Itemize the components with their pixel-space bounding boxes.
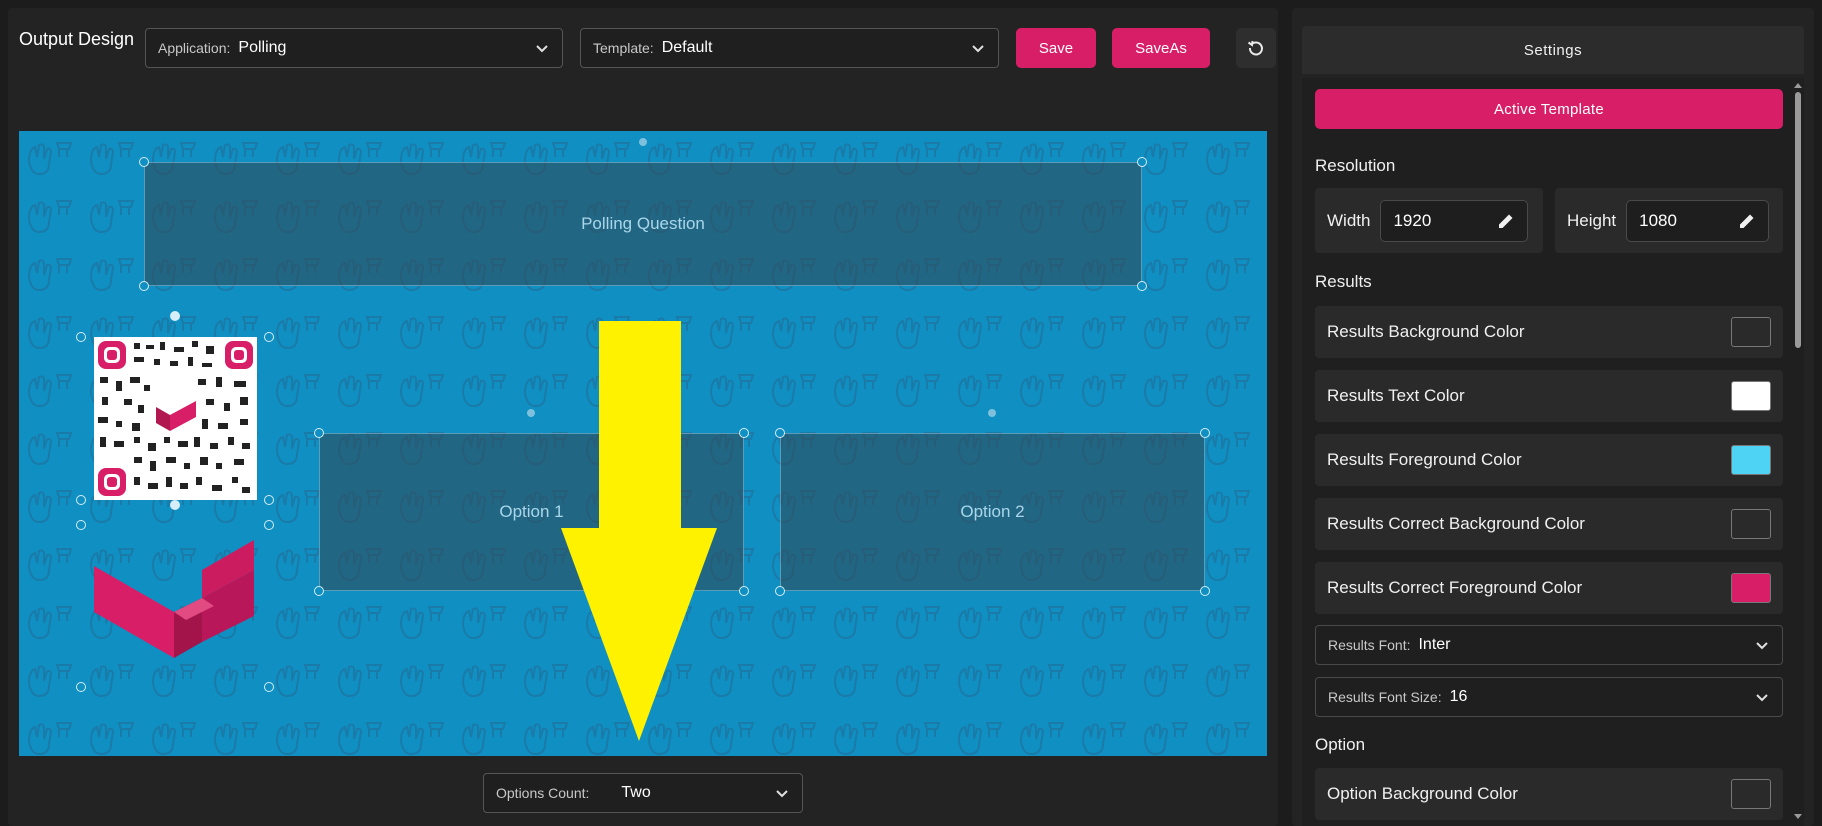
- resize-handle[interactable]: [264, 520, 274, 530]
- application-select-value: Polling: [238, 39, 287, 56]
- resize-handle[interactable]: [1200, 428, 1210, 438]
- results-font-select[interactable]: Results Font: Inter: [1315, 625, 1783, 665]
- color-swatch[interactable]: [1731, 509, 1771, 539]
- settings-scrollbar[interactable]: [1792, 78, 1804, 826]
- resize-handle[interactable]: [76, 682, 86, 692]
- resize-handle[interactable]: [739, 586, 749, 596]
- resize-handle[interactable]: [139, 157, 149, 167]
- resize-handle[interactable]: [314, 586, 324, 596]
- height-value: 1080: [1639, 210, 1677, 230]
- resize-handle[interactable]: [775, 586, 785, 596]
- chevron-down-icon: [536, 45, 548, 53]
- width-value: 1920: [1393, 210, 1432, 230]
- settings-panel: Settings Active Template Resolution Widt…: [1292, 8, 1814, 826]
- options-count-select[interactable]: Options Count: Two: [483, 773, 803, 813]
- color-swatch[interactable]: [1731, 779, 1771, 809]
- options-count-value: Two: [621, 784, 651, 801]
- color-row-label: Results Correct Foreground Color: [1327, 578, 1583, 597]
- option-2-zone[interactable]: Option 2: [780, 433, 1205, 591]
- pencil-icon[interactable]: [1738, 212, 1756, 230]
- resize-handle[interactable]: [264, 495, 274, 505]
- scroll-up-icon[interactable]: [1792, 80, 1804, 90]
- results-font-size-value: 16: [1449, 688, 1468, 705]
- resize-handle[interactable]: [264, 682, 274, 692]
- results-font-value: Inter: [1418, 636, 1451, 653]
- width-label: Width: [1327, 210, 1371, 230]
- save-as-button[interactable]: SaveAs: [1112, 28, 1210, 68]
- options-count-label: Options Count:: [496, 785, 590, 801]
- chevron-down-icon: [1756, 642, 1768, 650]
- brand-logo[interactable]: [94, 536, 259, 686]
- chevron-down-icon: [972, 45, 984, 53]
- resize-handle[interactable]: [314, 428, 324, 438]
- application-select[interactable]: Application: Polling: [145, 28, 563, 68]
- pencil-icon[interactable]: [1497, 212, 1515, 230]
- qr-code-image[interactable]: [94, 337, 257, 500]
- settings-header: Settings: [1302, 26, 1804, 74]
- results-font-size-select[interactable]: Results Font Size: 16: [1315, 677, 1783, 717]
- template-select-label: Template:: [593, 40, 654, 56]
- rotate-handle[interactable]: [988, 409, 996, 417]
- resize-handle[interactable]: [139, 281, 149, 291]
- resize-handle[interactable]: [739, 428, 749, 438]
- color-row-label: Results Text Color: [1327, 386, 1465, 405]
- chevron-down-icon: [776, 790, 788, 798]
- height-input[interactable]: 1080: [1626, 199, 1770, 242]
- template-select-value: Default: [661, 39, 713, 56]
- option-1-label: Option 1: [499, 502, 564, 521]
- results-font-label: Results Font:: [1328, 637, 1411, 653]
- qr-code-graphic: [98, 341, 253, 496]
- width-input[interactable]: 1920: [1380, 199, 1529, 242]
- resize-handle[interactable]: [76, 495, 86, 505]
- results-correct-foreground-color-row[interactable]: Results Correct Foreground Color: [1315, 562, 1783, 614]
- rotate-handle[interactable]: [527, 409, 535, 417]
- save-button[interactable]: Save: [1016, 28, 1096, 68]
- resize-handle[interactable]: [264, 332, 274, 342]
- results-foreground-color-row[interactable]: Results Foreground Color: [1315, 434, 1783, 486]
- color-swatch[interactable]: [1731, 573, 1771, 603]
- results-correct-background-color-row[interactable]: Results Correct Background Color: [1315, 498, 1783, 550]
- page-title: Output Design: [19, 29, 135, 49]
- scroll-thumb[interactable]: [1795, 92, 1801, 348]
- option-background-color-row[interactable]: Option Background Color: [1315, 768, 1783, 820]
- color-swatch[interactable]: [1731, 317, 1771, 347]
- application-select-label: Application:: [158, 40, 231, 56]
- rotate-handle[interactable]: [170, 500, 180, 510]
- results-text-color-row[interactable]: Results Text Color: [1315, 370, 1783, 422]
- color-swatch[interactable]: [1731, 445, 1771, 475]
- option-2-label: Option 2: [960, 502, 1025, 521]
- chevron-down-icon: [1756, 694, 1768, 702]
- results-title: Results: [1315, 272, 1372, 291]
- design-canvas[interactable]: Polling Question Option 1 Option 2: [19, 131, 1267, 756]
- option-section-title: Option: [1315, 735, 1366, 754]
- rotate-handle[interactable]: [170, 311, 180, 321]
- resize-handle[interactable]: [76, 332, 86, 342]
- color-row-label: Option Background Color: [1327, 784, 1518, 803]
- resize-handle[interactable]: [1137, 157, 1147, 167]
- polling-question-label: Polling Question: [581, 214, 705, 233]
- height-label: Height: [1567, 210, 1617, 230]
- resolution-title: Resolution: [1315, 156, 1396, 175]
- settings-body: Active Template Resolution Width 1920 He…: [1302, 78, 1804, 826]
- resize-handle[interactable]: [1200, 586, 1210, 596]
- template-select[interactable]: Template: Default: [580, 28, 999, 68]
- results-background-color-row[interactable]: Results Background Color: [1315, 306, 1783, 358]
- color-row-label: Results Correct Background Color: [1327, 514, 1585, 533]
- resize-handle[interactable]: [76, 520, 86, 530]
- resize-handle[interactable]: [1137, 281, 1147, 291]
- active-template-button[interactable]: Active Template: [1315, 89, 1783, 129]
- height-card: Height 1080: [1555, 188, 1783, 253]
- width-card: Width 1920: [1315, 188, 1543, 253]
- color-row-label: Results Background Color: [1327, 322, 1525, 341]
- resize-handle[interactable]: [775, 428, 785, 438]
- color-swatch[interactable]: [1731, 381, 1771, 411]
- reset-button[interactable]: [1236, 28, 1276, 68]
- rotate-handle[interactable]: [639, 138, 647, 146]
- polling-question-zone[interactable]: Polling Question: [144, 162, 1142, 286]
- scroll-down-icon[interactable]: [1792, 812, 1804, 822]
- annotation-arrow-down: [561, 321, 717, 741]
- results-font-size-label: Results Font Size:: [1328, 689, 1442, 705]
- color-row-label: Results Foreground Color: [1327, 450, 1522, 469]
- refresh-icon: [1247, 40, 1263, 56]
